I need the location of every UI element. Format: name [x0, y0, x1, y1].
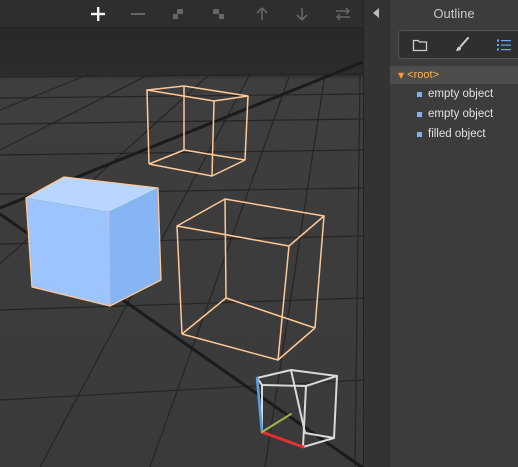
move-left-icon [173, 8, 183, 19]
minus-icon [131, 12, 145, 15]
move-in-button[interactable] [203, 0, 233, 27]
tree-root-label: <root> [407, 69, 439, 81]
move-up-button[interactable] [247, 0, 277, 27]
scene-canvas[interactable] [0, 0, 363, 467]
swap-icon [335, 6, 351, 21]
collapse-panel-icon[interactable] [371, 7, 381, 19]
brush-icon [456, 36, 469, 51]
outline-panel: Outline ▼ <root> empty object empty obje… [390, 0, 518, 467]
object-bullet-icon [417, 111, 422, 117]
viewport-toolbar [0, 0, 363, 28]
tree-item-label: filled object [428, 128, 486, 140]
panel-tab-bar [398, 30, 518, 59]
panel-title: Outline [433, 6, 475, 21]
tree-item[interactable]: empty object [390, 84, 518, 104]
arrow-up-icon [256, 6, 268, 20]
move-down-button[interactable] [287, 0, 317, 27]
remove-button[interactable] [123, 0, 153, 27]
object-bullet-icon [417, 91, 422, 97]
tab-outline[interactable] [483, 31, 518, 58]
add-button[interactable] [83, 0, 113, 27]
folder-icon [412, 39, 428, 51]
3d-viewport[interactable] [0, 0, 363, 467]
plus-icon [91, 6, 105, 21]
tree-item-label: empty object [428, 108, 494, 120]
move-right-icon [213, 8, 224, 19]
list-icon [497, 39, 511, 50]
panel-splitter[interactable] [363, 0, 391, 467]
tree-root-node[interactable]: ▼ <root> [390, 66, 518, 84]
tab-files[interactable] [399, 31, 441, 58]
tree-item[interactable]: filled object [390, 124, 518, 144]
object-bullet-icon [417, 131, 422, 137]
tab-materials[interactable] [441, 31, 483, 58]
arrow-down-icon [296, 7, 308, 21]
move-out-button[interactable] [163, 0, 193, 27]
outline-tree: ▼ <root> empty object empty object fille… [390, 66, 518, 144]
tree-item-label: empty object [428, 88, 494, 100]
filled-object-cube[interactable] [25, 176, 162, 307]
tree-item[interactable]: empty object [390, 104, 518, 124]
swap-button[interactable] [328, 0, 358, 27]
expand-caret-icon[interactable]: ▼ [398, 71, 404, 80]
